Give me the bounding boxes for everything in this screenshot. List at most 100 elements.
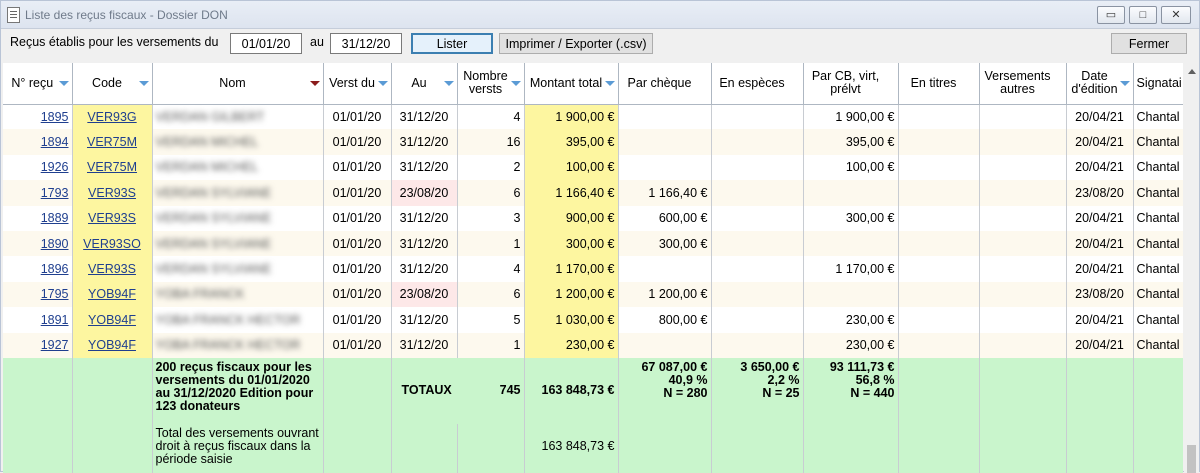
code-link[interactable]: VER93SO bbox=[83, 237, 141, 251]
col-par-cheque[interactable]: Par chèque bbox=[618, 63, 712, 105]
donor-name: VERDAN SYLVIANE bbox=[155, 236, 272, 251]
col-par-cb[interactable]: Par CB, virt, prélvt bbox=[803, 63, 899, 105]
col-signataire[interactable]: Signatai bbox=[1133, 63, 1183, 105]
autres-cell bbox=[979, 332, 1067, 358]
table-row[interactable]: 1894 VER75M VERDAN MICHEL 01/01/20 31/12… bbox=[3, 129, 1183, 155]
recu-link[interactable]: 1795 bbox=[41, 287, 69, 301]
donor-name: VERDAN MICHEL bbox=[155, 135, 259, 150]
code-link[interactable]: YOB94F bbox=[88, 338, 136, 352]
code-link[interactable]: VER75M bbox=[87, 160, 137, 174]
verst-du-cell: 01/01/20 bbox=[323, 180, 392, 206]
col-nombre-versts[interactable]: Nombre versts bbox=[457, 63, 525, 105]
signataire-cell: Chantal bbox=[1133, 104, 1183, 130]
col-versements-autres[interactable]: Versements autres bbox=[979, 63, 1067, 105]
cheque-cell bbox=[618, 104, 712, 130]
close-window-button[interactable]: ✕ bbox=[1161, 6, 1191, 24]
code-link[interactable]: YOB94F bbox=[88, 287, 136, 301]
recu-link[interactable]: 1889 bbox=[41, 211, 69, 225]
col-montant-total[interactable]: Montant total bbox=[524, 63, 619, 105]
date-edition-cell: 23/08/20 bbox=[1066, 180, 1134, 206]
especes-cell bbox=[711, 154, 804, 181]
table-row[interactable]: 1927 YOB94F YOBA FRANCK HECTOR 01/01/20 … bbox=[3, 332, 1183, 358]
date-edition-cell: 20/04/21 bbox=[1066, 205, 1134, 231]
col-verst-du[interactable]: Verst du bbox=[323, 63, 392, 105]
au-cell: 31/12/20 bbox=[391, 154, 458, 181]
fermer-button[interactable]: Fermer bbox=[1111, 33, 1187, 54]
ouvrant-label: Total des versements ouvrant droit à reç… bbox=[152, 423, 324, 473]
titres-cell bbox=[898, 281, 980, 308]
col-en-titres[interactable]: En titres bbox=[898, 63, 980, 105]
recu-link[interactable]: 1894 bbox=[41, 135, 69, 149]
nombre-cell: 5 bbox=[457, 307, 525, 333]
donor-name: VERDAN SYLVIANE bbox=[155, 185, 272, 200]
nombre-cell: 16 bbox=[457, 129, 525, 155]
especes-cell bbox=[711, 256, 804, 282]
table-row[interactable]: 1793 VER93S VERDAN SYLVIANE 01/01/20 23/… bbox=[3, 180, 1183, 206]
lister-button[interactable]: Lister bbox=[411, 33, 493, 54]
code-link[interactable]: YOB94F bbox=[88, 313, 136, 327]
code-link[interactable]: VER93G bbox=[87, 110, 136, 124]
maximize-button[interactable]: □ bbox=[1129, 6, 1157, 24]
cb-cell: 230,00 € bbox=[803, 332, 899, 358]
nombre-cell: 6 bbox=[457, 180, 525, 206]
titres-cell bbox=[898, 332, 980, 358]
scroll-thumb[interactable] bbox=[1187, 445, 1196, 473]
col-date-edition[interactable]: Date d'édition bbox=[1066, 63, 1134, 105]
table-row[interactable]: 1795 YOB94F YOBA FRANCK 01/01/20 23/08/2… bbox=[3, 281, 1183, 308]
date-edition-cell: 20/04/21 bbox=[1066, 307, 1134, 333]
cheque-cell: 300,00 € bbox=[618, 230, 712, 257]
table-row[interactable]: 1889 VER93S VERDAN SYLVIANE 01/01/20 31/… bbox=[3, 205, 1183, 231]
minimize-button[interactable]: ▭ bbox=[1097, 6, 1125, 24]
vertical-scrollbar[interactable] bbox=[1184, 63, 1199, 473]
col-num-recu[interactable]: N° reçu bbox=[3, 63, 73, 105]
col-nom[interactable]: Nom bbox=[152, 63, 324, 105]
scroll-up-icon[interactable] bbox=[1188, 69, 1196, 74]
col-au[interactable]: Au bbox=[391, 63, 458, 105]
table-row[interactable]: 1890 VER93SO VERDAN SYLVIANE 01/01/20 31… bbox=[3, 230, 1183, 257]
recus-grid: N° reçu Code Nom Verst du Au Nombre vers… bbox=[3, 63, 1183, 473]
table-row[interactable]: 1926 VER75M VERDAN MICHEL 01/01/20 31/12… bbox=[3, 154, 1183, 181]
totals-ouvrant-row: Total des versements ouvrant droit à reç… bbox=[3, 423, 1183, 473]
nombre-cell: 4 bbox=[457, 104, 525, 130]
recu-link[interactable]: 1896 bbox=[41, 262, 69, 276]
table-row[interactable]: 1896 VER93S VERDAN SYLVIANE 01/01/20 31/… bbox=[3, 256, 1183, 282]
code-link[interactable]: VER93S bbox=[88, 211, 136, 225]
recu-link[interactable]: 1890 bbox=[41, 237, 69, 251]
au-cell: 23/08/20 bbox=[391, 180, 458, 206]
donor-name: YOBA FRANCK HECTOR bbox=[155, 312, 301, 327]
especes-cell bbox=[711, 180, 804, 206]
donor-name: YOBA FRANCK HECTOR bbox=[155, 338, 301, 353]
recu-link[interactable]: 1895 bbox=[41, 110, 69, 124]
autres-cell bbox=[979, 180, 1067, 206]
date-edition-cell: 20/04/21 bbox=[1066, 129, 1134, 155]
titres-cell bbox=[898, 129, 980, 155]
recu-link[interactable]: 1891 bbox=[41, 313, 69, 327]
date-from-input[interactable] bbox=[230, 33, 302, 54]
signataire-cell: Chantal bbox=[1133, 230, 1183, 257]
montant-cell: 1 170,00 € bbox=[524, 256, 619, 282]
especes-cell bbox=[711, 129, 804, 155]
col-en-especes[interactable]: En espèces bbox=[711, 63, 804, 105]
date-to-input[interactable] bbox=[330, 33, 402, 54]
export-button[interactable]: Imprimer / Exporter (.csv) bbox=[499, 33, 653, 54]
recu-link[interactable]: 1927 bbox=[41, 338, 69, 352]
code-link[interactable]: VER75M bbox=[87, 135, 137, 149]
recu-link[interactable]: 1793 bbox=[41, 186, 69, 200]
sort-arrow-icon bbox=[1119, 81, 1130, 86]
verst-du-cell: 01/01/20 bbox=[323, 256, 392, 282]
col-code[interactable]: Code bbox=[72, 63, 153, 105]
code-link[interactable]: VER93S bbox=[88, 262, 136, 276]
table-row[interactable]: 1895 VER93G VERDAN GILBERT 01/01/20 31/1… bbox=[3, 104, 1183, 130]
signataire-cell: Chantal bbox=[1133, 307, 1183, 333]
donor-name: VERDAN SYLVIANE bbox=[155, 211, 272, 226]
cb-cell bbox=[803, 230, 899, 257]
especes-cell bbox=[711, 281, 804, 308]
totals-cb: 93 111,73 €56,8 % N = 440 bbox=[803, 357, 899, 424]
code-link[interactable]: VER93S bbox=[88, 186, 136, 200]
signataire-cell: Chantal bbox=[1133, 154, 1183, 181]
titres-cell bbox=[898, 104, 980, 130]
verst-du-cell: 01/01/20 bbox=[323, 281, 392, 308]
table-row[interactable]: 1891 YOB94F YOBA FRANCK HECTOR 01/01/20 … bbox=[3, 307, 1183, 333]
recu-link[interactable]: 1926 bbox=[41, 160, 69, 174]
date-edition-cell: 20/04/21 bbox=[1066, 154, 1134, 181]
